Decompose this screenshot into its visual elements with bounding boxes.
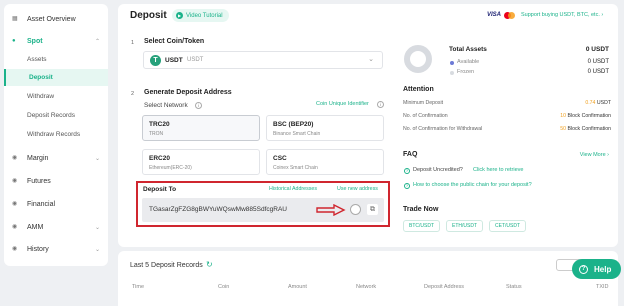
coin-select[interactable]: T USDT USDT ⌄ (143, 51, 383, 69)
sidebar-sub-withdraw-records[interactable]: Withdraw Records (4, 126, 108, 143)
col-amount: Amount (288, 284, 307, 290)
network-option-erc20[interactable]: ERC20 Ethereum(ERC-20) (142, 149, 260, 175)
deposit-address: TGasarZgFZG8gBWYuWQswMw885SdfcgRAU (149, 206, 287, 213)
network-option-csc[interactable]: CSC Coinex Smart Chain (266, 149, 384, 175)
deposit-address-box: TGasarZgFZG8gBWYuWQswMw885SdfcgRAU ⧉ (142, 198, 384, 222)
sidebar-sub-assets[interactable]: Assets (4, 51, 108, 68)
info-icon[interactable]: i (195, 102, 202, 109)
historical-addresses-link[interactable]: Historical Addresses (269, 186, 317, 192)
sidebar-item-futures[interactable]: ◉ Futures (4, 172, 108, 190)
col-network: Network (356, 284, 377, 290)
col-txid: TXID (596, 284, 609, 290)
step2-title: Generate Deposit Address (144, 89, 232, 96)
info-icon[interactable]: i (377, 101, 384, 108)
faq-q1-link[interactable]: Click here to retrieve (473, 167, 523, 173)
trade-now-title: Trade Now (403, 206, 439, 213)
available-value: 0 USDT (587, 59, 609, 65)
trade-pair-cet-usdt[interactable]: CET/USDT (489, 220, 526, 232)
frozen-value: 0 USDT (587, 69, 609, 75)
col-status: Status (506, 284, 522, 290)
step-number: 1 (131, 40, 135, 46)
total-assets-title: Total Assets (449, 46, 487, 53)
selected-coin: USDT (165, 57, 183, 64)
selected-coin-sub: USDT (187, 57, 204, 63)
step1-title: Select Coin/Token (144, 38, 205, 45)
sidebar-item-asset-overview[interactable]: ▦ Asset Overview (4, 10, 108, 28)
tether-icon: T (150, 55, 161, 66)
refresh-icon[interactable]: ↻ (206, 260, 213, 269)
financial-icon: ◉ (12, 201, 18, 207)
faq-title: FAQ (403, 151, 418, 158)
network-option-bsc[interactable]: BSC (BEP20) Binance Smart Chain (266, 115, 384, 141)
frozen-label: Frozen (457, 69, 475, 75)
select-network-label: Select Network (144, 102, 188, 109)
margin-icon: ◉ (12, 155, 18, 161)
help-label: Help (594, 264, 612, 274)
visa-logo: VISA (487, 12, 502, 18)
available-dot-icon (450, 61, 454, 65)
view-more-link[interactable]: View More › (580, 152, 609, 158)
sidebar-item-history[interactable]: ◉ History ⌄ (4, 240, 108, 258)
chevron-up-icon: ⌃ (94, 38, 100, 45)
copy-icon[interactable]: ⧉ (367, 204, 378, 215)
amm-icon: ◉ (12, 224, 18, 230)
sidebar-sub-deposit-records[interactable]: Deposit Records (4, 107, 108, 124)
sidebar-item-margin[interactable]: ◉ Margin ⌄ (4, 149, 108, 167)
records-title: Last 5 Deposit Records (130, 262, 203, 269)
coin-unique-identifier-link[interactable]: Coin Unique Identifier (316, 101, 369, 107)
donut-chart (403, 44, 433, 79)
attention-row: No. of Confirmation 10 Block Confirmatio… (403, 113, 611, 119)
deposit-panel: Deposit ▶ Video Tutorial VISA Support bu… (118, 4, 618, 247)
video-tutorial-button[interactable]: ▶ Video Tutorial (172, 9, 229, 22)
mastercard-icon (504, 12, 516, 19)
faq-q1: Deposit Uncredited? (413, 167, 463, 173)
use-new-address-link[interactable]: Use new address (337, 186, 378, 192)
play-icon: ▶ (176, 12, 183, 19)
qr-code-icon[interactable] (350, 204, 361, 215)
col-deposit-address: Deposit Address (424, 284, 465, 290)
chevron-down-icon: ⌄ (94, 155, 100, 162)
col-coin: Coin (218, 284, 230, 290)
available-label: Available (457, 59, 480, 65)
network-option-trc20[interactable]: TRC20 TRON (142, 115, 260, 141)
trade-pair-btc-usdt[interactable]: BTC/USDT (403, 220, 440, 232)
arrow-right-icon (316, 204, 346, 216)
spot-icon: ● (12, 38, 16, 44)
trade-pair-eth-usdt[interactable]: ETH/USDT (446, 220, 483, 232)
col-time: Time (132, 284, 145, 290)
chevron-down-icon: ⌄ (94, 246, 100, 253)
deposit-to-label: Deposit To (143, 186, 177, 193)
page-title: Deposit (130, 10, 167, 21)
attention-row: Minimum Deposit 0.74 USDT (403, 100, 611, 106)
futures-icon: ◉ (12, 178, 18, 184)
attention-row: No. of Confirmation for Withdrawal 50 Bl… (403, 126, 611, 132)
sidebar: ▦ Asset Overview ● Spot ⌃ Assets Deposit… (4, 4, 108, 266)
sidebar-sub-deposit[interactable]: Deposit (4, 69, 108, 86)
help-icon: ? (579, 264, 588, 274)
history-icon: ◉ (12, 246, 18, 252)
question-icon: ? (404, 168, 410, 174)
total-assets-value: 0 USDT (585, 46, 609, 53)
faq-q2-link[interactable]: How to choose the public chain for your … (413, 182, 532, 188)
sidebar-item-spot[interactable]: ● Spot ⌃ (4, 32, 108, 50)
grid-icon: ▦ (12, 16, 18, 22)
attention-title: Attention (403, 86, 434, 93)
sidebar-sub-withdraw[interactable]: Withdraw (4, 88, 108, 105)
frozen-dot-icon (450, 71, 454, 75)
step-number: 2 (131, 91, 135, 97)
chevron-down-icon: ⌄ (368, 56, 374, 63)
question-icon: ? (404, 183, 410, 189)
help-button[interactable]: ? Help (572, 259, 621, 279)
deposit-records-panel: Last 5 Deposit Records ↻ Time Coin Amoun… (118, 251, 618, 306)
attention-list: Minimum Deposit 0.74 USDT No. of Confirm… (403, 100, 611, 136)
chevron-down-icon: ⌄ (94, 224, 100, 231)
sidebar-item-financial[interactable]: ◉ Financial (4, 195, 108, 213)
support-buying-link[interactable]: Support buying USDT, BTC, etc. › (521, 12, 603, 18)
sidebar-item-amm[interactable]: ◉ AMM ⌄ (4, 218, 108, 236)
